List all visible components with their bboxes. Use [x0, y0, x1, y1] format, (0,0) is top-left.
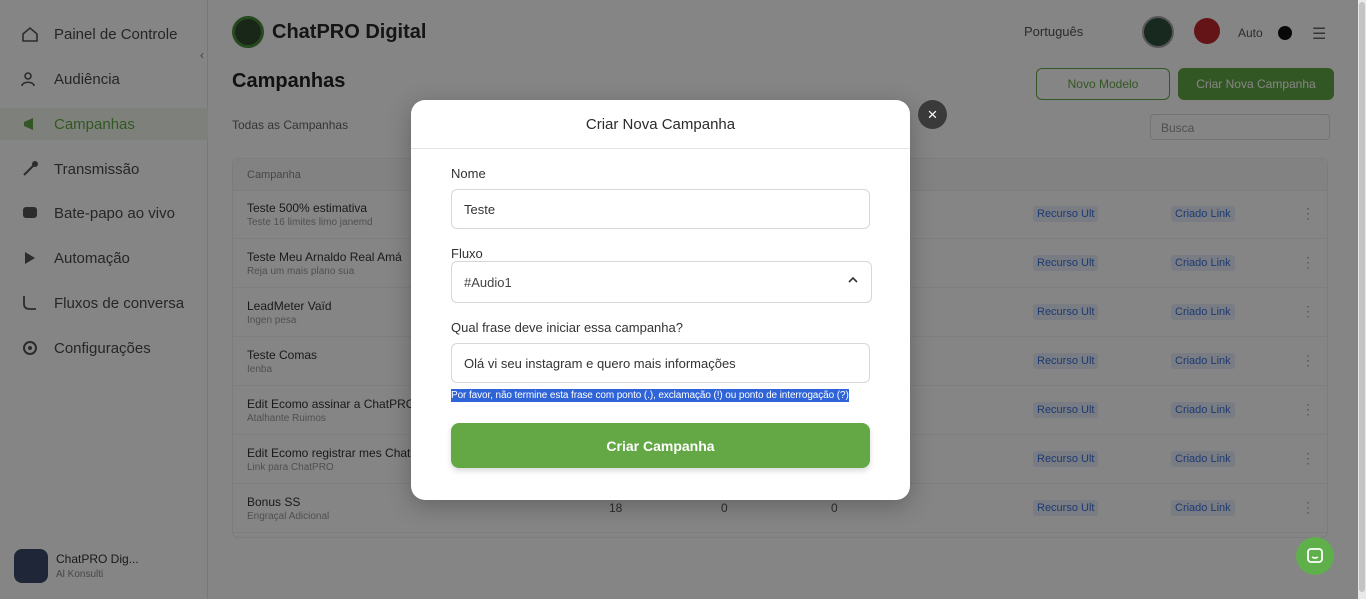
- start-phrase-field[interactable]: [451, 343, 870, 383]
- name-field[interactable]: [451, 189, 870, 229]
- support-chat-button[interactable]: [1296, 537, 1334, 575]
- flow-selected-value: #Audio1: [464, 274, 512, 290]
- create-campaign-submit-button[interactable]: Criar Campanha: [451, 423, 870, 468]
- chevron-up-icon: [847, 273, 859, 291]
- name-label: Nome: [451, 166, 486, 181]
- modal-header: Criar Nova Campanha: [411, 100, 910, 149]
- phrase-label: Qual frase deve iniciar essa campanha?: [451, 320, 683, 335]
- scrollbar-thumb[interactable]: [1359, 2, 1365, 592]
- modal-title: Criar Nova Campanha: [585, 115, 736, 133]
- flow-select[interactable]: #Audio1: [451, 261, 872, 303]
- create-campaign-modal: Criar Nova Campanha Nome Fluxo #Audio1 Q…: [411, 100, 910, 500]
- close-icon[interactable]: ×: [918, 100, 947, 129]
- chat-bubble-icon: [1307, 548, 1323, 563]
- phrase-hint: Por favor, não termine esta frase com po…: [451, 389, 849, 402]
- flow-label: Fluxo: [451, 246, 483, 261]
